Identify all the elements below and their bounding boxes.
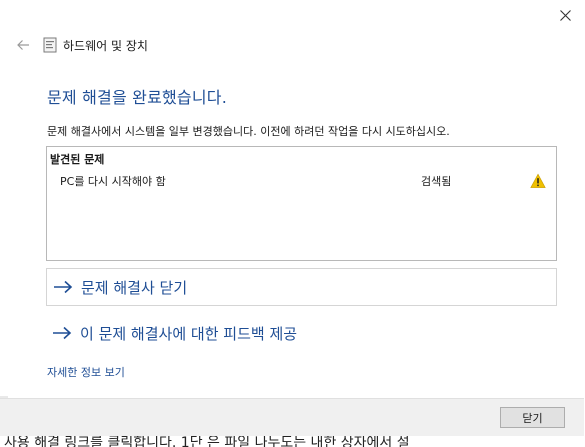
- page-title: 문제 해결을 완료했습니다.: [47, 88, 227, 107]
- back-button[interactable]: [14, 34, 32, 56]
- back-arrow-icon: [17, 40, 29, 50]
- window-header: 하드웨어 및 장치: [14, 34, 148, 56]
- problem-name: PC를 다시 시작해야 함: [60, 175, 166, 188]
- page-description: 문제 해결사에서 시스템을 일부 변경했습니다. 이전에 하려던 작업을 다시 …: [47, 125, 450, 138]
- window-close-button[interactable]: [546, 0, 584, 30]
- list-item[interactable]: PC를 다시 시작해야 함 검색됨: [47, 171, 556, 193]
- feedback-label: 이 문제 해결사에 대한 피드백 제공: [80, 324, 298, 343]
- arrow-right-icon: [53, 326, 72, 340]
- close-troubleshooter-label: 문제 해결사 닫기: [81, 278, 188, 297]
- view-details-link[interactable]: 자세한 정보 보기: [47, 364, 125, 380]
- header-title: 하드웨어 및 장치: [63, 38, 148, 53]
- arrow-right-icon: [54, 280, 73, 294]
- feedback-link[interactable]: 이 문제 해결사에 대한 피드백 제공: [46, 314, 557, 352]
- warning-icon: [530, 173, 546, 188]
- problems-list-header: 발견된 문제: [50, 153, 105, 166]
- problems-list: 발견된 문제 PC를 다시 시작해야 함 검색됨: [46, 146, 557, 261]
- close-troubleshooter-link[interactable]: 문제 해결사 닫기: [46, 268, 557, 306]
- close-icon: [559, 9, 571, 21]
- background-text-line: 사용 해결 링크를 클릭합니다. 1단 은 파일 나누도는 내한 상자에서 설: [4, 436, 410, 447]
- close-button[interactable]: 닫기: [500, 407, 565, 428]
- background-document-text: 사용 해결 링크를 클릭합니다. 1단 은 파일 나누도는 내한 상자에서 설: [0, 436, 585, 447]
- dialog-footer: 닫기: [0, 398, 584, 437]
- problem-status: 검색됨: [421, 175, 452, 188]
- troubleshooter-icon: [43, 37, 57, 53]
- troubleshooter-window: 하드웨어 및 장치 문제 해결을 완료했습니다. 문제 해결사에서 시스템을 일…: [0, 0, 585, 447]
